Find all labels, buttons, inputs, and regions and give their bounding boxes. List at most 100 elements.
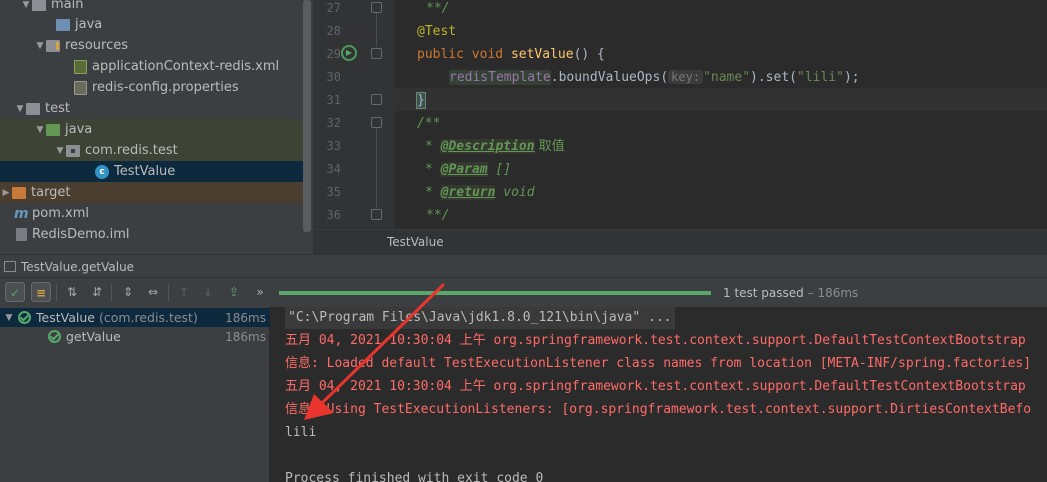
annotation: @Test xyxy=(417,24,457,39)
chevron-down-icon[interactable]: ▼ xyxy=(14,104,26,114)
chevron-right-icon[interactable]: ▶ xyxy=(0,188,12,198)
class-icon: c xyxy=(95,164,109,179)
test-progress-bar xyxy=(279,291,711,295)
line-number: 31 xyxy=(326,93,341,107)
expand-all-icon[interactable]: ⇕ xyxy=(118,282,138,302)
test-row-class[interactable]: ▼ TestValue (com.redis.test) 186ms xyxy=(0,308,270,327)
test-folder-icon xyxy=(46,123,60,136)
doc-comment: * xyxy=(425,139,441,154)
line-number: 32 xyxy=(326,116,341,130)
collapse-all-icon[interactable]: ⇔ xyxy=(143,282,163,302)
parameter-hint: key: xyxy=(668,70,704,84)
line-number: 33 xyxy=(326,139,341,153)
tree-item-label: target xyxy=(31,185,71,200)
test-duration: 186ms xyxy=(225,329,266,344)
fold-marker-icon[interactable] xyxy=(371,209,382,220)
line-number: 36 xyxy=(326,208,341,222)
maven-icon: m xyxy=(14,205,29,222)
sort-alphabetically-icon[interactable]: ⇅ xyxy=(62,282,82,302)
tree-item-applicationcontext-xml[interactable]: applicationContext-redis.xml xyxy=(0,56,303,77)
show-ignored-toggle-icon[interactable]: ≡ xyxy=(31,282,51,302)
method-name: setValue xyxy=(510,47,574,62)
tree-item-test-java[interactable]: ▼ java xyxy=(0,119,303,140)
fold-marker-icon[interactable] xyxy=(371,48,382,59)
tree-item-label: RedisDemo.iml xyxy=(32,227,130,242)
source-folder-icon xyxy=(56,18,70,31)
tree-item-iml[interactable]: RedisDemo.iml xyxy=(0,224,303,245)
field-name: redisTemplate xyxy=(449,70,551,85)
test-duration: 186ms xyxy=(225,310,266,325)
console-log-line: 五月 04, 2021 10:30:04 上午 org.springframew… xyxy=(285,379,1026,394)
code-line: * @Param [] xyxy=(425,158,511,181)
breadcrumb-class[interactable]: TestValue xyxy=(387,235,444,249)
doc-comment: **/ xyxy=(426,208,450,223)
project-scrollbar[interactable] xyxy=(303,0,311,232)
chevron-down-icon[interactable]: ▼ xyxy=(34,41,46,51)
show-passed-toggle-icon[interactable]: ✓ xyxy=(5,282,25,302)
tests-duration: 186ms xyxy=(817,286,859,300)
test-row-method[interactable]: getValue 186ms xyxy=(0,327,270,346)
console-output[interactable]: "C:\Program Files\Java\jdk1.8.0_121\bin\… xyxy=(271,307,1047,482)
tree-item-target[interactable]: ▶ target xyxy=(0,182,303,203)
doc-tag: @Param xyxy=(440,162,488,177)
doc-comment: [] xyxy=(487,162,512,177)
sort-by-duration-icon[interactable]: ⇵ xyxy=(87,282,107,302)
doc-comment: * xyxy=(425,162,441,177)
xml-file-icon xyxy=(74,59,87,74)
tree-item-label: redis-config.properties xyxy=(92,80,239,95)
chevron-down-icon[interactable]: ▼ xyxy=(54,146,66,156)
tree-item-pom[interactable]: m pom.xml xyxy=(0,203,303,224)
tree-item-package[interactable]: ▼ com.redis.test xyxy=(0,140,303,161)
chevron-down-icon[interactable]: ▼ xyxy=(0,313,18,323)
code-line: * @return void xyxy=(425,181,535,204)
line-number: 30 xyxy=(326,70,341,84)
fold-guide xyxy=(376,128,377,208)
keyword: public xyxy=(417,47,464,62)
tree-item-resources[interactable]: ▼ resources xyxy=(0,35,303,56)
fold-guide xyxy=(376,13,377,47)
code-text: () { xyxy=(573,47,605,62)
tree-item-main[interactable]: ▼ main xyxy=(0,0,303,15)
tree-item-test[interactable]: ▼ test xyxy=(0,98,303,119)
run-tab-title[interactable]: TestValue.getValue xyxy=(21,260,134,274)
string-literal: "name" xyxy=(703,70,751,85)
code-line: * @Description 取值 xyxy=(425,135,565,158)
line-number: 27 xyxy=(326,1,341,15)
chevron-down-icon[interactable]: ▼ xyxy=(34,125,46,135)
run-tool-window-header: TestValue.getValue xyxy=(0,254,1047,278)
previous-failed-icon[interactable]: ↑ xyxy=(174,282,194,302)
fold-marker-icon[interactable] xyxy=(371,117,382,128)
properties-file-icon xyxy=(74,80,87,95)
console-output-line: lili xyxy=(285,425,317,440)
run-test-gutter-icon[interactable]: ▶ xyxy=(341,45,357,61)
toolbar-separator xyxy=(168,284,169,301)
doc-comment: void xyxy=(495,185,535,200)
module-file-icon xyxy=(16,228,27,241)
tree-item-testvalue[interactable]: c TestValue xyxy=(0,161,303,182)
doc-comment: /** xyxy=(417,116,441,131)
resources-folder-icon xyxy=(46,39,60,52)
line-number: 28 xyxy=(326,24,341,38)
tree-item-java[interactable]: java xyxy=(0,14,303,35)
editor-gutter: 27 28 29 30 31 32 33 34 35 36 ▶ xyxy=(313,0,395,229)
code-text: .boundValueOps( xyxy=(550,70,669,85)
test-status-summary: 1 test passed – 186ms xyxy=(723,286,858,300)
tree-item-label: main xyxy=(51,0,84,12)
status-separator: – xyxy=(803,286,818,300)
chevron-down-icon[interactable]: ▼ xyxy=(20,0,32,10)
tree-item-label: resources xyxy=(65,38,129,53)
next-failed-icon[interactable]: ↓ xyxy=(198,282,218,302)
more-actions-icon[interactable]: » xyxy=(250,282,270,302)
doc-comment: 取值 xyxy=(534,139,565,154)
toolbar-separator xyxy=(56,284,57,301)
export-results-icon[interactable]: ⇪ xyxy=(224,282,244,302)
code-editor[interactable]: 27 28 29 30 31 32 33 34 35 36 ▶ **/ @Tes… xyxy=(313,0,1047,254)
test-passed-icon xyxy=(18,311,31,324)
code-line: redisTemplate.boundValueOps(key: "name").… xyxy=(449,66,860,89)
keyword: void xyxy=(471,47,504,62)
code-line: **/ xyxy=(426,0,449,20)
fold-marker-icon[interactable] xyxy=(371,2,382,13)
matched-brace: } xyxy=(416,92,426,109)
tree-item-redis-config[interactable]: redis-config.properties xyxy=(0,77,303,98)
fold-marker-icon[interactable] xyxy=(371,94,382,105)
